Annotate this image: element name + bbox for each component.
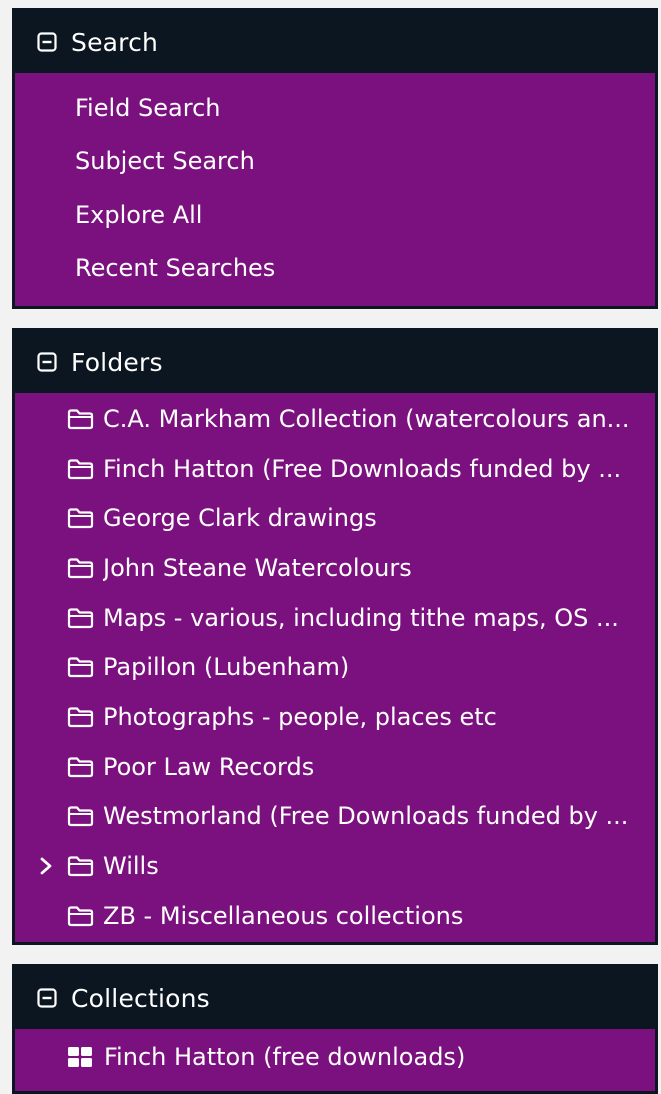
collections-panel-header[interactable]: Collections <box>15 967 655 1029</box>
folder-item[interactable]: C.A. Markham Collection (watercolours an… <box>15 394 655 444</box>
folder-item[interactable]: Westmorland (Free Downloads funded by ..… <box>15 792 655 842</box>
menu-item-explore-all[interactable]: Explore All <box>15 188 655 242</box>
collection-item-finch-hatton[interactable]: Finch Hatton (free downloads) <box>15 1032 655 1082</box>
collapse-minus-icon[interactable] <box>37 988 57 1008</box>
folder-item-label: Papillon (Lubenham) <box>103 653 350 682</box>
folder-icon <box>67 558 94 579</box>
search-panel: Search Field Search Subject Search Explo… <box>12 8 658 309</box>
menu-item-label: Recent Searches <box>75 254 276 283</box>
folder-item[interactable]: Finch Hatton (Free Downloads funded by .… <box>15 444 655 494</box>
menu-item-label: Explore All <box>75 200 203 229</box>
folder-item[interactable]: George Clark drawings <box>15 493 655 543</box>
folder-item[interactable]: John Steane Watercolours <box>15 543 655 593</box>
folder-item[interactable]: ZB - Miscellaneous collections <box>15 891 655 941</box>
search-menu: Field Search Subject Search Explore All … <box>15 73 655 295</box>
search-panel-header[interactable]: Search <box>15 11 655 73</box>
folder-icon <box>67 856 94 877</box>
folder-icon <box>67 607 94 628</box>
folders-panel-header[interactable]: Folders <box>15 331 655 393</box>
search-panel-title: Search <box>71 27 159 57</box>
folder-icon <box>67 508 94 529</box>
collection-item-label: Finch Hatton (free downloads) <box>104 1043 466 1071</box>
menu-item-subject-search[interactable]: Subject Search <box>15 135 655 189</box>
folder-item-label: Finch Hatton (Free Downloads funded by .… <box>103 454 622 483</box>
folder-item-label: Wills <box>103 852 159 881</box>
folder-item-label: Photographs - people, places etc <box>103 702 497 731</box>
menu-item-field-search[interactable]: Field Search <box>15 81 655 135</box>
folders-panel: Folders C.A. Markham Collection (waterco… <box>12 328 658 945</box>
folder-icon <box>67 657 94 678</box>
collapse-minus-icon[interactable] <box>37 352 57 372</box>
folder-item[interactable]: Poor Law Records <box>15 742 655 792</box>
folder-item[interactable]: Photographs - people, places etc <box>15 692 655 742</box>
folder-icon <box>67 458 94 479</box>
folder-item-label: C.A. Markham Collection (watercolours an… <box>103 404 630 433</box>
folder-list: C.A. Markham Collection (watercolours an… <box>15 393 655 941</box>
folder-item-label: Maps - various, including tithe maps, OS… <box>103 603 619 632</box>
collections-panel-title: Collections <box>71 983 210 1013</box>
folder-item-label: Westmorland (Free Downloads funded by ..… <box>103 802 629 831</box>
folder-item-label: John Steane Watercolours <box>103 553 412 582</box>
collections-panel: Collections Finch Hatton (free downloads… <box>12 964 658 1094</box>
grid-icon <box>68 1047 92 1067</box>
folder-icon <box>67 707 94 728</box>
folder-item-label: ZB - Miscellaneous collections <box>103 901 464 930</box>
folder-item[interactable]: Papillon (Lubenham) <box>15 642 655 692</box>
folder-item[interactable]: Wills <box>15 841 655 891</box>
folder-icon <box>67 757 94 777</box>
folder-item[interactable]: Maps - various, including tithe maps, OS… <box>15 593 655 643</box>
folder-item-label: George Clark drawings <box>103 504 377 533</box>
folders-panel-title: Folders <box>71 347 163 377</box>
folder-item-label: Poor Law Records <box>103 752 315 781</box>
collection-list: Finch Hatton (free downloads) <box>15 1029 655 1082</box>
folder-icon <box>67 409 94 429</box>
menu-item-label: Field Search <box>75 93 221 122</box>
folder-icon <box>67 806 94 827</box>
menu-item-recent-searches[interactable]: Recent Searches <box>15 242 655 296</box>
collapse-minus-icon[interactable] <box>37 32 57 52</box>
folder-icon <box>67 906 94 926</box>
chevron-right-icon[interactable] <box>39 856 53 876</box>
menu-item-label: Subject Search <box>75 147 255 176</box>
